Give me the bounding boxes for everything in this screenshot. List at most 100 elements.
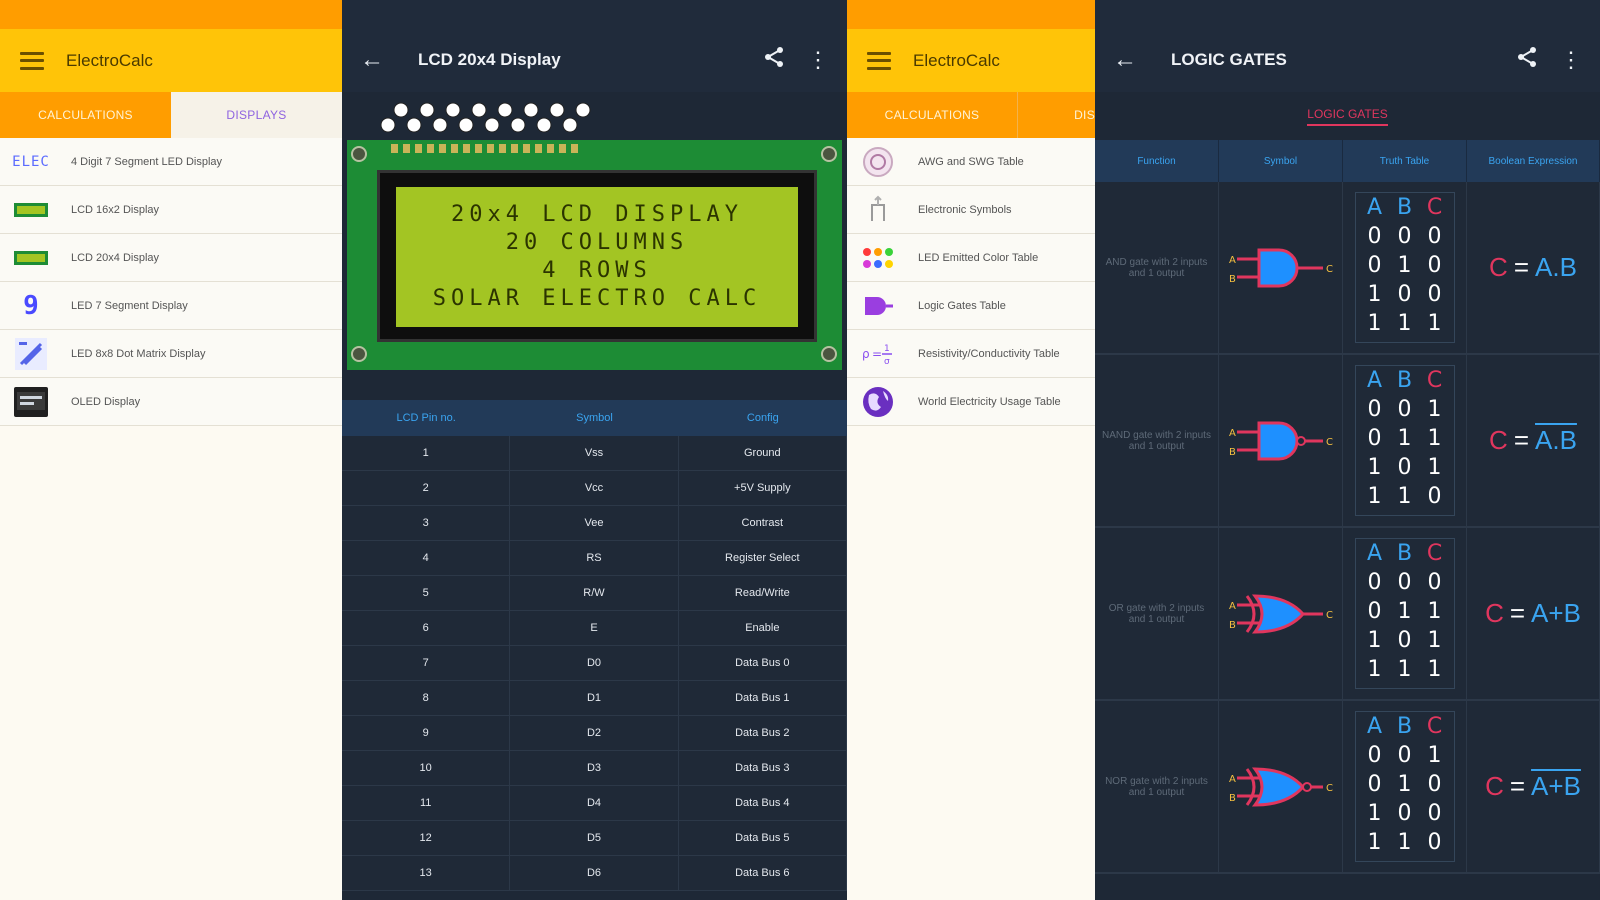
table-cell: Data Bus 4	[679, 786, 847, 820]
menu-icon[interactable]	[867, 51, 891, 70]
svg-text:A: A	[1229, 428, 1236, 439]
truth-table-header: C	[1426, 195, 1443, 220]
list-item[interactable]: Logic Gates Table	[847, 282, 1095, 330]
tab-bar: CALCULATIONS DIS	[847, 92, 1095, 138]
table-row: NAND gate with 2 inputs and 1 output A B C A…	[1095, 355, 1600, 528]
lcd-16x2-icon	[13, 195, 49, 225]
list-item[interactable]: ρ = 1 σ Resistivity/Conductivity Table	[847, 330, 1095, 378]
truth-table-value: 0	[1397, 743, 1412, 768]
truth-table-value: 0	[1367, 397, 1382, 422]
truth-table-value: 0	[1397, 801, 1412, 826]
truth-table-value: 1	[1397, 599, 1412, 624]
list-item[interactable]: LCD 16x2 Display	[0, 186, 342, 234]
svg-text:ρ: ρ	[862, 347, 870, 361]
share-icon[interactable]	[763, 46, 785, 74]
led-colors-icon	[860, 243, 896, 273]
lcd-20x4-screen: ← LCD 20x4 Display ⋮ 20x4 LCD DISPLAY 20…	[342, 0, 847, 900]
list-item[interactable]: LED 8x8 Dot Matrix Display	[0, 330, 342, 378]
table-cell: 2	[342, 471, 511, 505]
truth-table-cell: ABC000010100111	[1343, 182, 1467, 353]
truth-table-value: 1	[1367, 311, 1382, 336]
truth-table-value: 1	[1427, 455, 1442, 480]
truth-table: ABC001010100110	[1354, 711, 1455, 862]
or-gate-icon: AB C	[1219, 528, 1343, 699]
calculations-screen: ElectroCalc CALCULATIONS DIS AWG and SWG…	[847, 0, 1095, 900]
truth-table-value: 1	[1367, 657, 1382, 682]
page-title: LCD 20x4 Display	[418, 50, 561, 69]
tab-bar: LOGIC GATES	[1095, 92, 1600, 140]
table-cell: 9	[342, 716, 511, 750]
truth-table-value: 0	[1427, 570, 1442, 595]
list-item[interactable]: LCD 20x4 Display	[0, 234, 342, 282]
truth-table-header: B	[1396, 541, 1413, 566]
svg-text:B: B	[1229, 793, 1236, 804]
list-item[interactable]: Electronic Symbols	[847, 186, 1095, 234]
lcd-pcb: 20x4 LCD DISPLAY 20 COLUMNS 4 ROWS SOLAR…	[347, 140, 842, 370]
digit-icon-text: 9	[23, 290, 39, 321]
table-cell: Data Bus 6	[679, 856, 847, 890]
back-arrow-icon[interactable]: ←	[1113, 48, 1137, 72]
boolean-expression: C = A+B	[1467, 528, 1600, 699]
table-cell: 13	[342, 856, 511, 890]
logic-gates-screen: ← LOGIC GATES ⋮ LOGIC GATES Function Sym…	[1095, 0, 1600, 900]
tab-logic-gates[interactable]: LOGIC GATES	[1307, 107, 1388, 126]
list-item[interactable]: LED Emitted Color Table	[847, 234, 1095, 282]
truth-table-value: 1	[1397, 484, 1412, 509]
truth-table-value: 0	[1397, 224, 1412, 249]
tab-calculations[interactable]: CALCULATIONS	[847, 92, 1017, 138]
list-item-label: LED 8x8 Dot Matrix Display	[71, 347, 206, 360]
dot-matrix-icon	[13, 337, 49, 370]
displays-screen: ElectroCalc CALCULATIONS DISPLAYS ELEC 4…	[0, 0, 342, 900]
table-cell: Data Bus 0	[679, 646, 847, 680]
truth-table-value: 0	[1367, 570, 1382, 595]
svg-text:A: A	[1229, 601, 1236, 612]
list-item[interactable]: World Electricity Usage Table	[847, 378, 1095, 426]
expression-rhs: A+B	[1531, 598, 1581, 628]
tab-calculations[interactable]: CALCULATIONS	[0, 92, 171, 138]
truth-table: ABC001011101110	[1354, 365, 1455, 516]
truth-table-header: B	[1396, 714, 1413, 739]
more-options-icon[interactable]: ⋮	[1560, 47, 1582, 73]
truth-table-value: 0	[1427, 224, 1442, 249]
list-item-label: LED 7 Segment Display	[71, 299, 188, 312]
column-header: Truth Table	[1343, 140, 1467, 182]
list-item[interactable]: 9 LED 7 Segment Display	[0, 282, 342, 330]
list-item-label: Electronic Symbols	[918, 203, 1012, 216]
truth-table-value: 1	[1427, 657, 1442, 682]
truth-table-header: A	[1366, 714, 1383, 739]
more-options-icon[interactable]: ⋮	[807, 47, 829, 73]
table-cell: R/W	[510, 576, 679, 610]
lcd-20x4-icon	[13, 243, 49, 273]
table-cell: E	[510, 611, 679, 645]
truth-table-value: 0	[1397, 282, 1412, 307]
lcd-line: 4 ROWS	[542, 258, 652, 283]
truth-table-value: 1	[1397, 830, 1412, 855]
displays-list: ELEC 4 Digit 7 Segment LED Display LCD 1…	[0, 138, 342, 426]
back-arrow-icon[interactable]: ←	[360, 48, 384, 72]
truth-table-cell: ABC001010100110	[1343, 701, 1467, 872]
app-toolbar: ElectroCalc	[847, 29, 1095, 92]
share-icon[interactable]	[1516, 46, 1538, 74]
expression-rhs: A.B	[1535, 252, 1577, 282]
tab-displays[interactable]: DISPLAYS	[171, 92, 342, 138]
expression-equals: =	[1513, 252, 1530, 282]
column-header: Symbol	[576, 412, 613, 424]
list-item[interactable]: ELEC 4 Digit 7 Segment LED Display	[0, 138, 342, 186]
table-cell: Data Bus 5	[679, 821, 847, 855]
svg-text:C: C	[1326, 437, 1333, 448]
tab-displays[interactable]: DIS	[1017, 92, 1095, 138]
gate-function: OR gate with 2 inputs and 1 output	[1095, 528, 1219, 699]
table-cell: D2	[510, 716, 679, 750]
lcd-bezel: 20x4 LCD DISPLAY 20 COLUMNS 4 ROWS SOLAR…	[377, 170, 817, 342]
boolean-expression: C = A.B	[1467, 182, 1600, 353]
truth-table-value: 1	[1397, 426, 1412, 451]
list-item[interactable]: AWG and SWG Table	[847, 138, 1095, 186]
truth-table-value: 1	[1427, 599, 1442, 624]
seven-segment-icon: ELEC	[12, 147, 49, 177]
menu-icon[interactable]	[20, 51, 44, 70]
svg-text:C: C	[1326, 783, 1333, 794]
list-item[interactable]: OLED Display	[0, 378, 342, 426]
table-cell: 12	[342, 821, 511, 855]
table-row: 8 D1 Data Bus 1	[342, 681, 847, 716]
table-row: 4 RS Register Select	[342, 541, 847, 576]
